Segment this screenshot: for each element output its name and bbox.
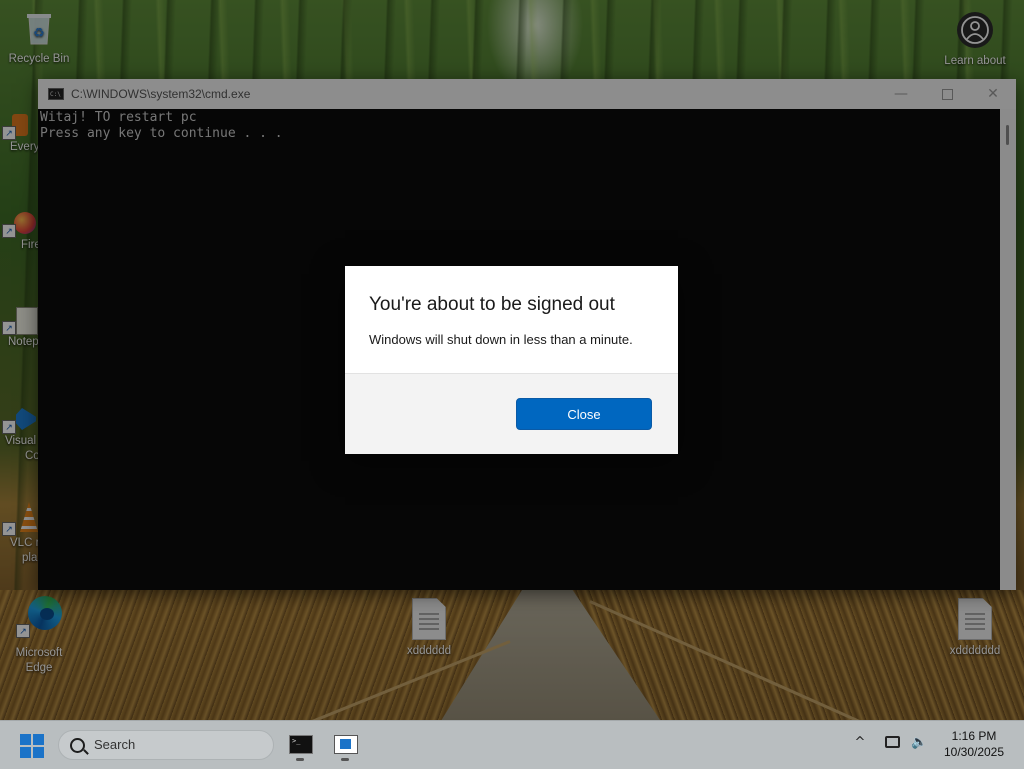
close-button[interactable]: Close xyxy=(516,398,652,430)
clock-date: 10/30/2025 xyxy=(943,745,1005,759)
dialog-message: Windows will shut down in less than a mi… xyxy=(369,332,633,347)
app-window-icon xyxy=(334,735,358,754)
terminal-icon xyxy=(289,735,313,754)
sign-out-dialog: You're about to be signed out Windows wi… xyxy=(345,266,678,454)
search-icon xyxy=(70,738,85,753)
taskbar-app-window[interactable] xyxy=(328,729,362,761)
clock-time: 1:16 PM xyxy=(951,729,997,743)
network-monitor-icon[interactable] xyxy=(885,736,900,748)
windows-logo-icon xyxy=(20,734,31,745)
start-button[interactable] xyxy=(20,734,44,758)
volume-icon[interactable]: 🔈 xyxy=(911,735,927,751)
show-hidden-icons-chevron-icon[interactable]: ^ xyxy=(852,735,868,751)
dialog-footer: Close xyxy=(345,373,678,454)
dialog-title: You're about to be signed out xyxy=(369,294,615,315)
running-indicator xyxy=(341,758,349,761)
taskbar-search-box[interactable]: Search xyxy=(58,730,274,760)
system-clock[interactable]: 1:16 PM 10/30/2025 xyxy=(939,728,1009,760)
taskbar-app-cmd[interactable] xyxy=(283,729,317,761)
taskbar: Search ^ 🔈 1:16 PM 10/30/2025 xyxy=(0,720,1024,769)
search-placeholder: Search xyxy=(94,737,136,752)
windows-logo-icon xyxy=(33,734,44,745)
running-indicator xyxy=(296,758,304,761)
windows-logo-icon xyxy=(33,747,44,758)
windows-logo-icon xyxy=(20,747,31,758)
